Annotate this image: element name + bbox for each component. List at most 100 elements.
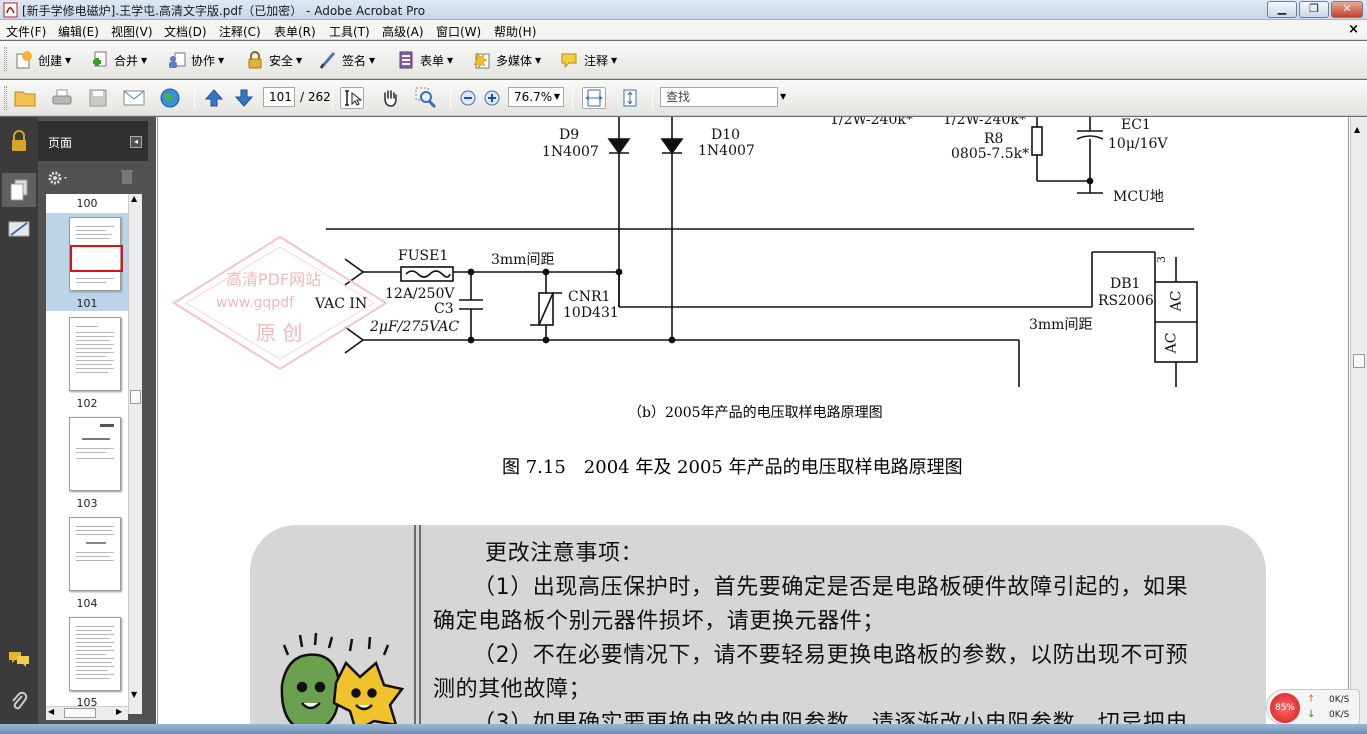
marquee-zoom-button[interactable] <box>414 87 438 109</box>
gear-icon <box>48 171 67 185</box>
arrow-down-icon <box>234 89 254 107</box>
thumbnail-scrollbar[interactable]: ▲ ▼ <box>128 194 142 714</box>
note-heading: 更改注意事项： <box>485 541 644 566</box>
document-scrollbar[interactable]: ▲ ▼ <box>1350 117 1367 724</box>
menu-document[interactable]: 文档(D) <box>164 23 207 40</box>
menu-file[interactable]: 文件(F) <box>6 23 46 40</box>
schematic-label: MCU地 <box>1113 189 1164 205</box>
delete-page-button[interactable] <box>120 169 134 188</box>
menu-tools[interactable]: 工具(T) <box>329 23 370 40</box>
menu-view[interactable]: 视图(V) <box>111 23 153 40</box>
folder-open-icon <box>14 91 36 107</box>
comments-panel-button[interactable] <box>7 647 31 671</box>
toolbar-grip[interactable] <box>4 86 7 110</box>
menu-help[interactable]: 帮助(H) <box>494 23 536 40</box>
forms-button[interactable]: 表单 ▼ <box>396 49 453 71</box>
schematic-label: 1N4007 <box>542 144 599 160</box>
schematic-label: 0805-7.5k* <box>951 146 1030 162</box>
maximize-button[interactable]: ❐ <box>1299 1 1329 18</box>
schematic-label: 1N4007 <box>698 143 755 159</box>
schematic-label: C3 <box>434 301 454 317</box>
pages-icon <box>10 179 28 201</box>
schematic-label: 3mm间距 <box>491 252 555 268</box>
previous-page-button[interactable] <box>202 87 226 109</box>
page-thumbnail-102[interactable] <box>69 317 121 391</box>
create-button[interactable]: 创建 ▼ <box>14 49 71 71</box>
figure-caption: 图 7.15 2004 年及 2005 年产品的电压取样电路原理图 <box>502 457 963 478</box>
page-total: / 262 <box>300 90 331 104</box>
upload-arrow-icon: ↑ <box>1307 694 1316 705</box>
save-button[interactable] <box>86 87 110 109</box>
chevron-down-icon: ▼ <box>447 55 454 65</box>
collaborate-icon <box>169 52 186 68</box>
menu-comments[interactable]: 注释(C) <box>219 23 261 40</box>
scroll-right-arrow-icon[interactable]: ▶ <box>116 707 122 716</box>
toolbar-grip[interactable] <box>4 47 7 71</box>
print-button[interactable] <box>50 87 74 109</box>
schematic-label: R8 <box>984 131 1004 147</box>
multimedia-button[interactable]: 多媒体 ▼ <box>472 49 541 71</box>
scroll-up-arrow-icon[interactable]: ▲ <box>131 194 137 203</box>
collapse-panel-button[interactable]: ◂ <box>130 136 142 148</box>
zoom-tool-icon <box>415 87 437 109</box>
horizontal-scrollbar-thumb[interactable] <box>64 708 96 718</box>
scroll-up-arrow-icon[interactable]: ▲ <box>1354 125 1360 134</box>
scrollbar-thumb[interactable] <box>130 390 141 404</box>
hand-tool-button[interactable] <box>378 87 402 109</box>
download-arrow-icon: ↓ <box>1307 709 1316 720</box>
menu-edit[interactable]: 编辑(E) <box>58 23 99 40</box>
fit-page-button[interactable] <box>618 87 642 109</box>
panel-options-button[interactable] <box>47 170 69 189</box>
security-settings-button[interactable] <box>7 129 31 153</box>
document-view[interactable]: 高清PDF网站 www.gqpdf 原 创 1/2W-240k* 1/2W-24… <box>156 117 1350 724</box>
schematic-label: 2μF/275VAC <box>370 319 460 335</box>
signatures-panel-button[interactable] <box>7 217 31 241</box>
os-taskbar[interactable] <box>0 724 1367 734</box>
page-thumbnail-105[interactable] <box>69 617 121 691</box>
close-button[interactable]: ✕ <box>1331 1 1363 18</box>
schematic-label: 10D431 <box>563 305 619 321</box>
minimize-button[interactable]: ▁ <box>1267 1 1297 18</box>
zoom-level-select[interactable]: 76.7% ▼ <box>508 87 564 107</box>
visible-area-indicator[interactable] <box>70 245 123 272</box>
navigation-toolbar: 101 / 262 76.7% ▼ 查找 ▼ <box>0 80 1367 116</box>
combine-button[interactable]: 合并 ▼ <box>90 49 147 71</box>
chevron-down-icon: ▼ <box>369 55 376 65</box>
tasks-toolbar: 创建 ▼ 合并 ▼ 协作 ▼ 安全 ▼ 签名 ▼ 表单 ▼ 多媒体 ▼ 注释 ▼ <box>0 41 1367 79</box>
web-button[interactable] <box>158 87 182 109</box>
scroll-left-arrow-icon[interactable]: ◀ <box>48 707 54 716</box>
fit-width-button[interactable] <box>582 87 606 109</box>
zoom-in-button[interactable] <box>480 87 504 109</box>
thumbnail-label: 103 <box>76 497 98 510</box>
email-button[interactable] <box>122 87 146 109</box>
fit-width-icon <box>585 89 603 107</box>
sign-button[interactable]: 签名 ▼ <box>318 49 375 71</box>
menu-window[interactable]: 窗口(W) <box>436 23 481 40</box>
text-cursor-icon <box>345 90 362 106</box>
next-page-button[interactable] <box>232 87 256 109</box>
page-number-input[interactable]: 101 <box>263 87 295 107</box>
page-thumbnail-104[interactable] <box>69 517 121 591</box>
secure-button[interactable]: 安全 ▼ <box>245 49 302 71</box>
open-button[interactable] <box>14 87 38 109</box>
acrobat-app-icon <box>3 2 18 18</box>
attachments-panel-button[interactable] <box>7 689 31 713</box>
comment-button[interactable]: 注释 ▼ <box>560 49 617 71</box>
watermark-text: www.gqpdf <box>216 295 294 311</box>
page-thumbnail-101[interactable] <box>69 217 123 291</box>
document-scrollbar-thumb[interactable] <box>1353 354 1365 368</box>
collaborate-button[interactable]: 协作 ▼ <box>167 49 224 71</box>
chevron-down-icon[interactable]: ▼ <box>780 92 786 101</box>
scroll-down-arrow-icon[interactable]: ▼ <box>131 690 137 699</box>
select-tool-button[interactable] <box>340 87 364 109</box>
menu-forms[interactable]: 表单(R) <box>274 23 316 40</box>
network-speed-widget[interactable]: 85% ↑ 0K/S ↓ 0K/S <box>1266 689 1360 725</box>
document-close-icon[interactable]: × <box>1348 22 1359 37</box>
pages-panel-button[interactable] <box>2 173 36 207</box>
find-input[interactable]: 查找 <box>660 87 778 107</box>
page-thumbnail-103[interactable] <box>69 417 121 491</box>
menu-advanced[interactable]: 高级(A) <box>382 23 424 40</box>
chevron-down-icon: ▼ <box>65 55 72 65</box>
thumbnail-horizontal-scrollbar[interactable]: ◀ ▶ <box>46 706 128 720</box>
zoom-out-button[interactable] <box>456 87 480 109</box>
